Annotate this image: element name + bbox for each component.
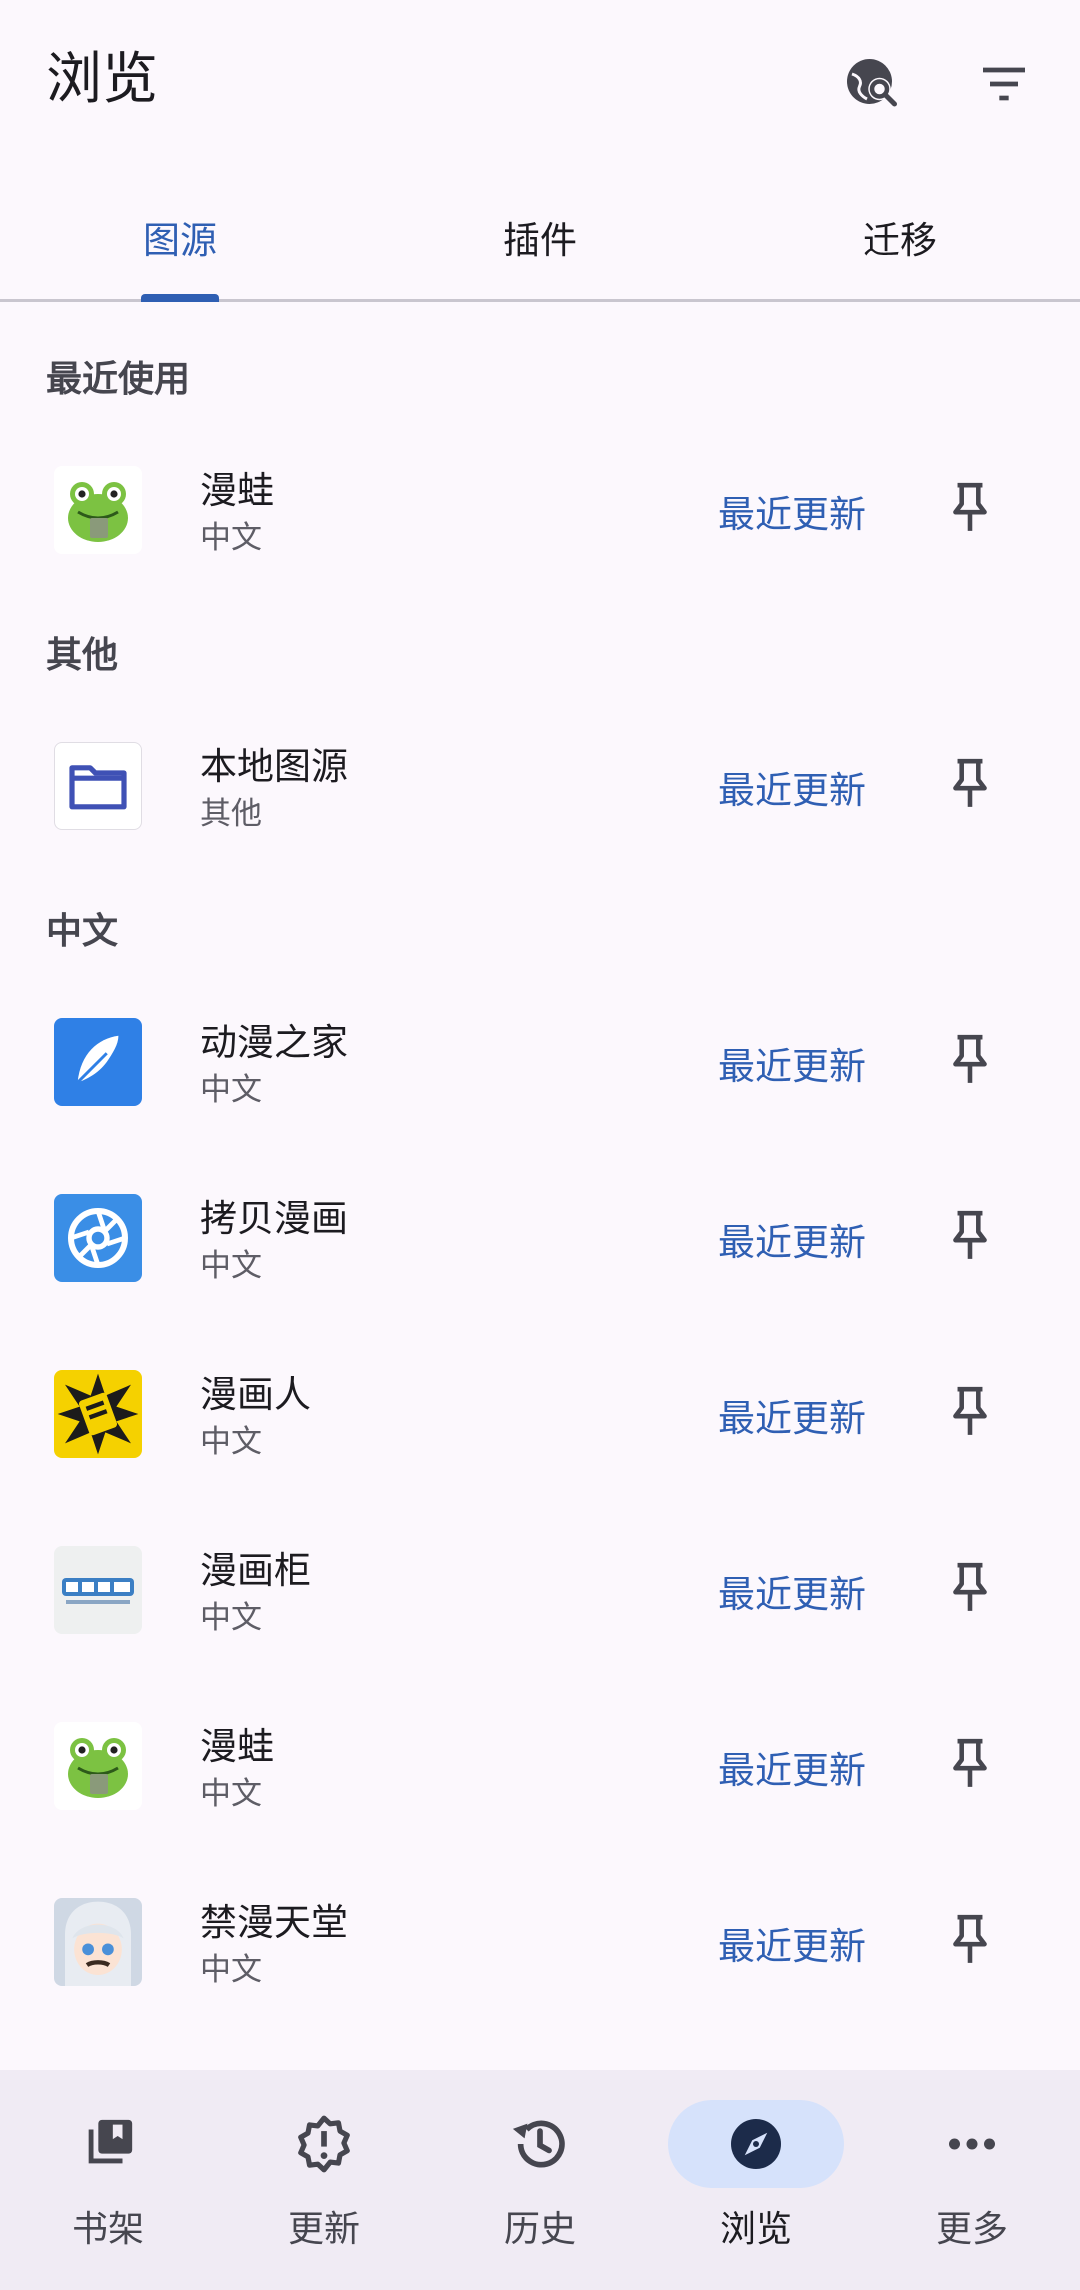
nav-history[interactable]: 历史: [450, 2100, 630, 2260]
nav-icon-container: [884, 2100, 1060, 2188]
source-language: 中文: [200, 520, 262, 556]
source-row[interactable]: 拷贝漫画 中文 最近更新: [0, 1150, 1080, 1326]
nav-more[interactable]: 更多: [882, 2100, 1062, 2260]
more-horiz-icon: [949, 2138, 995, 2150]
source-row[interactable]: 漫蛙 中文 最近更新: [0, 1678, 1080, 1854]
library-icon: [88, 2119, 133, 2164]
source-language: 中文: [200, 1776, 262, 1812]
nav-updates[interactable]: 更新: [234, 2100, 414, 2260]
source-language: 中文: [200, 1952, 262, 1988]
pin-button[interactable]: [936, 1026, 1004, 1094]
nav-icon-container: [20, 2100, 196, 2188]
source-name: 拷贝漫画: [200, 1197, 348, 1240]
nav-label: 书架: [71, 2209, 144, 2250]
source-language: 中文: [200, 1424, 262, 1460]
source-row[interactable]: 漫画人 中文 最近更新: [0, 1326, 1080, 1502]
tab-extensions[interactable]: 插件: [360, 178, 720, 299]
source-language: 其他: [200, 796, 262, 832]
nav-label: 更多: [935, 2209, 1008, 2250]
latest-button[interactable]: 最近更新: [718, 484, 866, 538]
source-name: 本地图源: [200, 745, 348, 788]
latest-button[interactable]: 最近更新: [718, 1916, 866, 1970]
anime-girl-logo: [54, 1898, 142, 1986]
nav-label: 历史: [503, 2209, 576, 2250]
pin-icon: [953, 1034, 987, 1083]
frog-logo: [54, 1722, 142, 1810]
source-name: 漫蛙: [200, 469, 274, 512]
nav-icon-container: [668, 2100, 844, 2188]
section-header-chinese: 中文: [46, 911, 119, 952]
source-row[interactable]: 动漫之家 中文 最近更新: [0, 974, 1080, 1150]
section-header-recent: 最近使用: [46, 359, 191, 400]
manhuagui-logo: [54, 1546, 142, 1634]
pin-button[interactable]: [936, 1202, 1004, 1270]
source-language: 中文: [200, 1072, 262, 1108]
nav-browse[interactable]: 浏览: [666, 2100, 846, 2260]
source-language: 中文: [200, 1600, 262, 1636]
feather-logo: [54, 1018, 142, 1106]
nav-label: 更新: [287, 2209, 360, 2250]
tab-label: 图源: [143, 219, 217, 262]
pin-icon: [953, 1914, 987, 1963]
tab-migrate[interactable]: 迁移: [720, 178, 1080, 299]
pin-button[interactable]: [936, 474, 1004, 542]
frog-logo: [54, 466, 142, 554]
pin-icon: [953, 758, 987, 807]
bottom-navigation: 书架 更新 历史 浏览 更多: [0, 2070, 1080, 2290]
nav-library[interactable]: 书架: [18, 2100, 198, 2260]
source-name: 漫画柜: [200, 1549, 311, 1592]
tab-label: 迁移: [863, 219, 937, 262]
comic-burst-logo: [54, 1370, 142, 1458]
latest-button[interactable]: 最近更新: [718, 1036, 866, 1090]
pin-button[interactable]: [936, 1730, 1004, 1798]
tab-label: 插件: [503, 219, 577, 262]
global-search-button[interactable]: [832, 44, 912, 124]
pin-button[interactable]: [936, 750, 1004, 818]
pin-icon: [953, 1386, 987, 1435]
source-row[interactable]: 禁漫天堂 中文 最近更新: [0, 1854, 1080, 2030]
alert-badge-icon: [298, 2115, 350, 2173]
active-tab-indicator: [141, 294, 219, 302]
source-name: 漫蛙: [200, 1725, 274, 1768]
latest-button[interactable]: 最近更新: [718, 760, 866, 814]
nav-label: 浏览: [719, 2209, 792, 2250]
nav-icon-container: [452, 2100, 628, 2188]
source-row[interactable]: 漫蛙 中文 最近更新: [0, 422, 1080, 598]
source-language: 中文: [200, 1248, 262, 1284]
tab-bar: 图源 插件 迁移: [0, 178, 1080, 302]
latest-button[interactable]: 最近更新: [718, 1740, 866, 1794]
section-header-other: 其他: [46, 635, 119, 676]
aperture-logo: [54, 1194, 142, 1282]
pin-icon: [953, 482, 987, 531]
source-row[interactable]: 本地图源 其他 最近更新: [0, 698, 1080, 874]
latest-button[interactable]: 最近更新: [718, 1388, 866, 1442]
history-icon: [512, 2120, 565, 2168]
source-name: 禁漫天堂: [200, 1901, 348, 1944]
tab-sources[interactable]: 图源: [0, 178, 360, 299]
filter-button[interactable]: [964, 44, 1044, 124]
top-app-bar: 浏览: [0, 0, 1080, 160]
latest-button[interactable]: 最近更新: [718, 1564, 866, 1618]
pin-button[interactable]: [936, 1378, 1004, 1446]
pin-button[interactable]: [936, 1554, 1004, 1622]
globe-search-icon: [847, 59, 897, 107]
source-name: 动漫之家: [200, 1021, 348, 1064]
filter-icon: [983, 67, 1025, 101]
pin-icon: [953, 1562, 987, 1611]
source-row[interactable]: 漫画柜 中文 最近更新: [0, 1502, 1080, 1678]
latest-button[interactable]: 最近更新: [718, 1212, 866, 1266]
pin-button[interactable]: [936, 1906, 1004, 1974]
pin-icon: [953, 1210, 987, 1259]
nav-icon-container: [236, 2100, 412, 2188]
page-title: 浏览: [46, 47, 158, 112]
compass-icon: [731, 2119, 781, 2169]
pin-icon: [953, 1738, 987, 1787]
source-name: 漫画人: [200, 1373, 311, 1416]
folder-icon: [54, 742, 142, 830]
